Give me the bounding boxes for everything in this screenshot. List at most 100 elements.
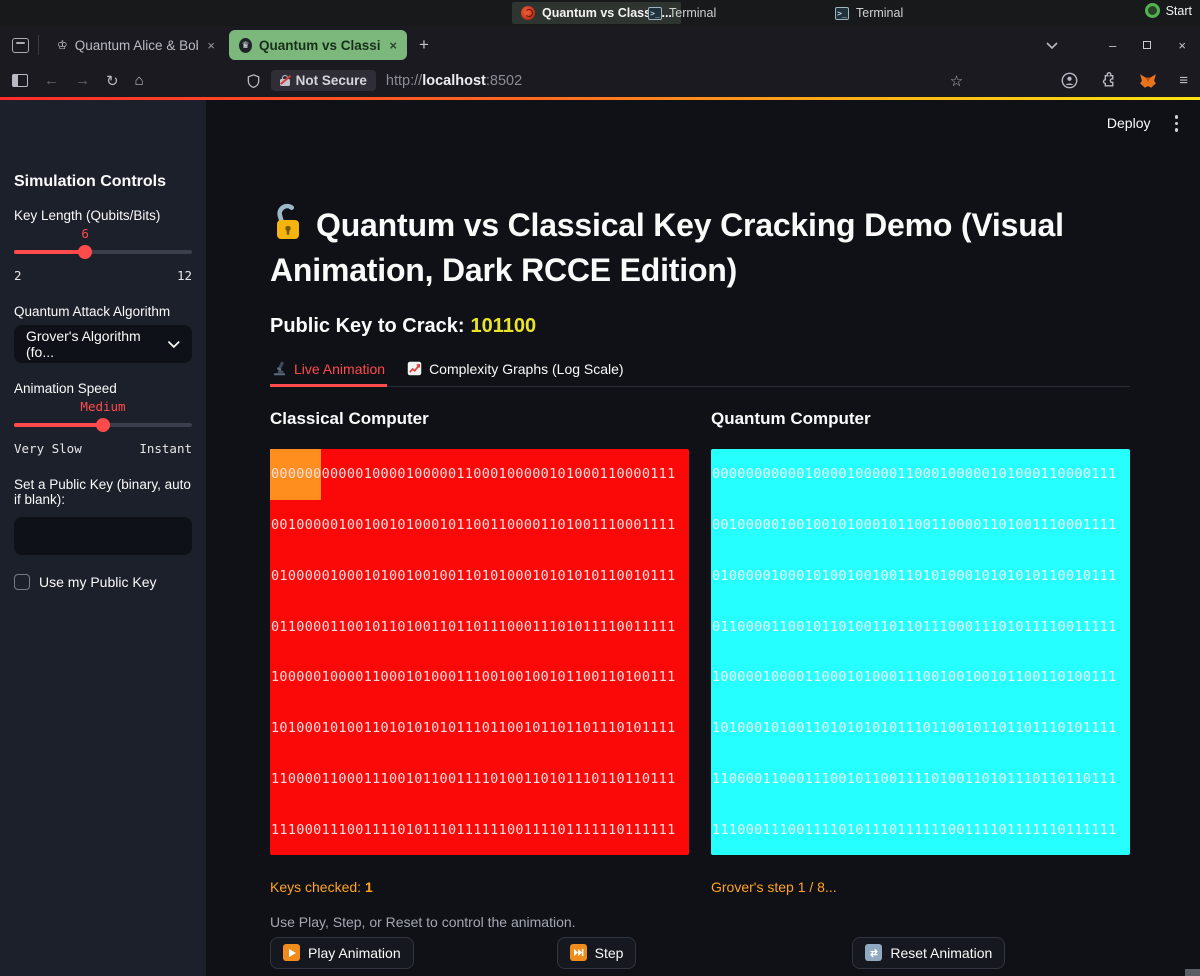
url-bar[interactable]: Not Secure http://localhost:8502 [246,70,934,91]
browser-tab-active[interactable]: ♛ Quantum vs Classical × [229,30,407,60]
binary-key-text: 1100001100011100101100111101001101011101… [712,771,1117,787]
speed-slider[interactable]: Medium [14,418,192,432]
binary-key-text: 1000001000011000101000111001001001011001… [712,669,1117,685]
terminal-icon: >_ [648,7,662,20]
reset-animation-button[interactable]: Reset Animation [852,937,1005,969]
deploy-button[interactable]: Deploy [1107,115,1151,131]
binary-key-text: 1110001110011110101110111111001111011111… [712,822,1117,838]
divider [38,35,39,55]
play-icon [283,944,300,961]
tab-close-icon[interactable]: × [205,38,215,53]
home-button[interactable]: ⌂ [135,72,144,89]
browser-toolbar: ← → ↻ ⌂ Not Secure http://localhost:8502… [0,64,1200,97]
quantum-binary-row: 0110000110010110100110110111000111010111… [711,601,1130,652]
scrollbar-corner[interactable] [1185,969,1200,976]
binary-key-text: 1000001000011000101000111001001001011001… [271,669,676,685]
public-key-label: Public Key to Crack: [270,315,465,337]
binary-key-text: 0100000100010100100100110101000101010101… [712,568,1117,584]
public-key-input-label: Set a Public Key (binary, auto if blank)… [14,477,192,507]
binary-key-text: 0110000110010110100110110111000111010111… [271,619,676,635]
button-label: Step [595,945,624,961]
binary-key-text: 0100000100010100100100110101000101010101… [271,568,676,584]
app-menu-kebab-icon[interactable] [1173,113,1181,134]
algorithm-select[interactable]: Grover's Algorithm (fo... [14,325,192,363]
fox-extension-icon[interactable] [1139,73,1157,89]
slider-fill [14,250,85,254]
quantum-binary-row: 1100001100011100101100111101001101011101… [711,753,1130,804]
not-secure-label: Not Secure [296,73,367,88]
tab-complexity-graphs[interactable]: Complexity Graphs (Log Scale) [405,357,626,386]
browser-tab-bar: ♔ Quantum Alice & Bob × ♛ Quantum vs Cla… [0,26,1200,64]
tab-list-chevron-icon[interactable] [1046,42,1058,49]
taskbar-terminal-1[interactable]: >_ Terminal [648,3,716,23]
classical-grid: 0000000000010000100000110001000001010001… [270,449,689,855]
checkbox-box[interactable] [14,574,30,590]
menu-hamburger-icon[interactable]: ≡ [1179,72,1188,89]
reload-button[interactable]: ↻ [106,72,119,90]
browser-tab-inactive[interactable]: ♔ Quantum Alice & Bob × [47,30,225,60]
page-title: Quantum vs Classical Key Cracking Demo (… [270,202,1130,294]
classical-binary-row: 0010000010010010100010110011000011010011… [270,500,689,551]
back-button[interactable]: ← [44,72,59,89]
sidebar-toggle-icon[interactable] [12,74,28,87]
slider-max-label: 12 [177,268,192,283]
classical-binary-row: 1110001110011110101110111111001111011111… [270,804,689,855]
classical-binary-row: 0110000110010110100110110111000111010111… [270,601,689,652]
sidebar-title: Simulation Controls [14,173,192,191]
quantum-status: Grover's step 1 / 8... [711,879,1130,895]
slider-value: 6 [81,226,89,241]
button-label: Play Animation [308,945,401,961]
tab-live-animation[interactable]: Live Animation [270,357,387,387]
tab-bar: Live Animation Complexity Graphs (Log Sc… [270,357,1130,387]
slider-min-label: 2 [14,268,22,283]
tab-archive-icon[interactable] [12,38,29,53]
quantum-binary-row: 1010001010011010101010111011001011011011… [711,703,1130,754]
binary-key-text: 1010001010011010101010111011001011011011… [271,720,676,736]
classical-binary-row: 1100001100011100101100111101001101011101… [270,753,689,804]
not-secure-badge[interactable]: Not Secure [271,70,376,91]
step-button[interactable]: Step [557,937,637,969]
chart-increasing-icon [407,361,422,376]
repeat-icon [865,944,882,961]
slider-thumb[interactable] [78,245,92,259]
binary-key-text: 0110000110010110100110110111000111010111… [712,619,1117,635]
play-animation-button[interactable]: Play Animation [270,937,414,969]
terminal-icon: >_ [835,7,849,20]
classical-binary-row: 1000001000011000101000111001001001011001… [270,652,689,703]
open-lock-icon [270,202,306,242]
controls-caption: Use Play, Step, or Reset to control the … [270,914,1130,930]
public-key-input[interactable] [14,517,192,555]
taskbar-terminal-label: Terminal [856,6,903,20]
bookmark-star-icon[interactable]: ☆ [950,72,963,90]
slider-thumb[interactable] [96,418,110,432]
slider-fill [14,423,103,427]
window-minimize-button[interactable]: – [1109,38,1116,53]
algorithm-label: Quantum Attack Algorithm [14,304,192,319]
window-close-button[interactable]: × [1178,38,1186,53]
classical-status: Keys checked: 1 [270,879,689,895]
checkbox-label: Use my Public Key [39,574,156,590]
slider-max-label: Instant [139,441,192,456]
quantum-binary-row: 0100000100010100100100110101000101010101… [711,550,1130,601]
taskbar-terminal-2[interactable]: >_ Terminal [835,3,903,23]
start-button[interactable]: Start [1145,3,1192,18]
use-public-key-checkbox[interactable]: Use my Public Key [14,574,192,590]
public-key-subtitle: Public Key to Crack: 101100 [270,315,1130,338]
tab-close-icon[interactable]: × [387,38,397,53]
tab-favicon: ♛ [239,38,252,53]
quantum-binary-row: 0010000010010010100010110011000011010011… [711,500,1130,551]
classical-binary-row: 0000000000010000100000110001000001010001… [270,449,689,500]
key-length-slider[interactable]: 6 [14,245,192,259]
os-taskbar: Quantum vs Classic... >_ Terminal >_ Ter… [0,0,1200,26]
forward-button[interactable]: → [75,72,90,89]
shield-icon[interactable] [246,73,261,89]
extensions-puzzle-icon[interactable] [1100,72,1117,89]
window-maximize-button[interactable] [1143,41,1151,49]
quantum-grid: 0000000000010000100000110001000001010001… [711,449,1130,855]
classical-binary-row: 1010001010011010101010111011001011011011… [270,703,689,754]
new-tab-button[interactable]: + [419,35,429,55]
quantum-binary-row: 1110001110011110101110111111001111011111… [711,804,1130,855]
main-content: Deploy Quantum vs Classical Key Cracking… [206,100,1200,976]
public-key-value: 101100 [471,315,537,337]
account-icon[interactable] [1061,72,1078,89]
